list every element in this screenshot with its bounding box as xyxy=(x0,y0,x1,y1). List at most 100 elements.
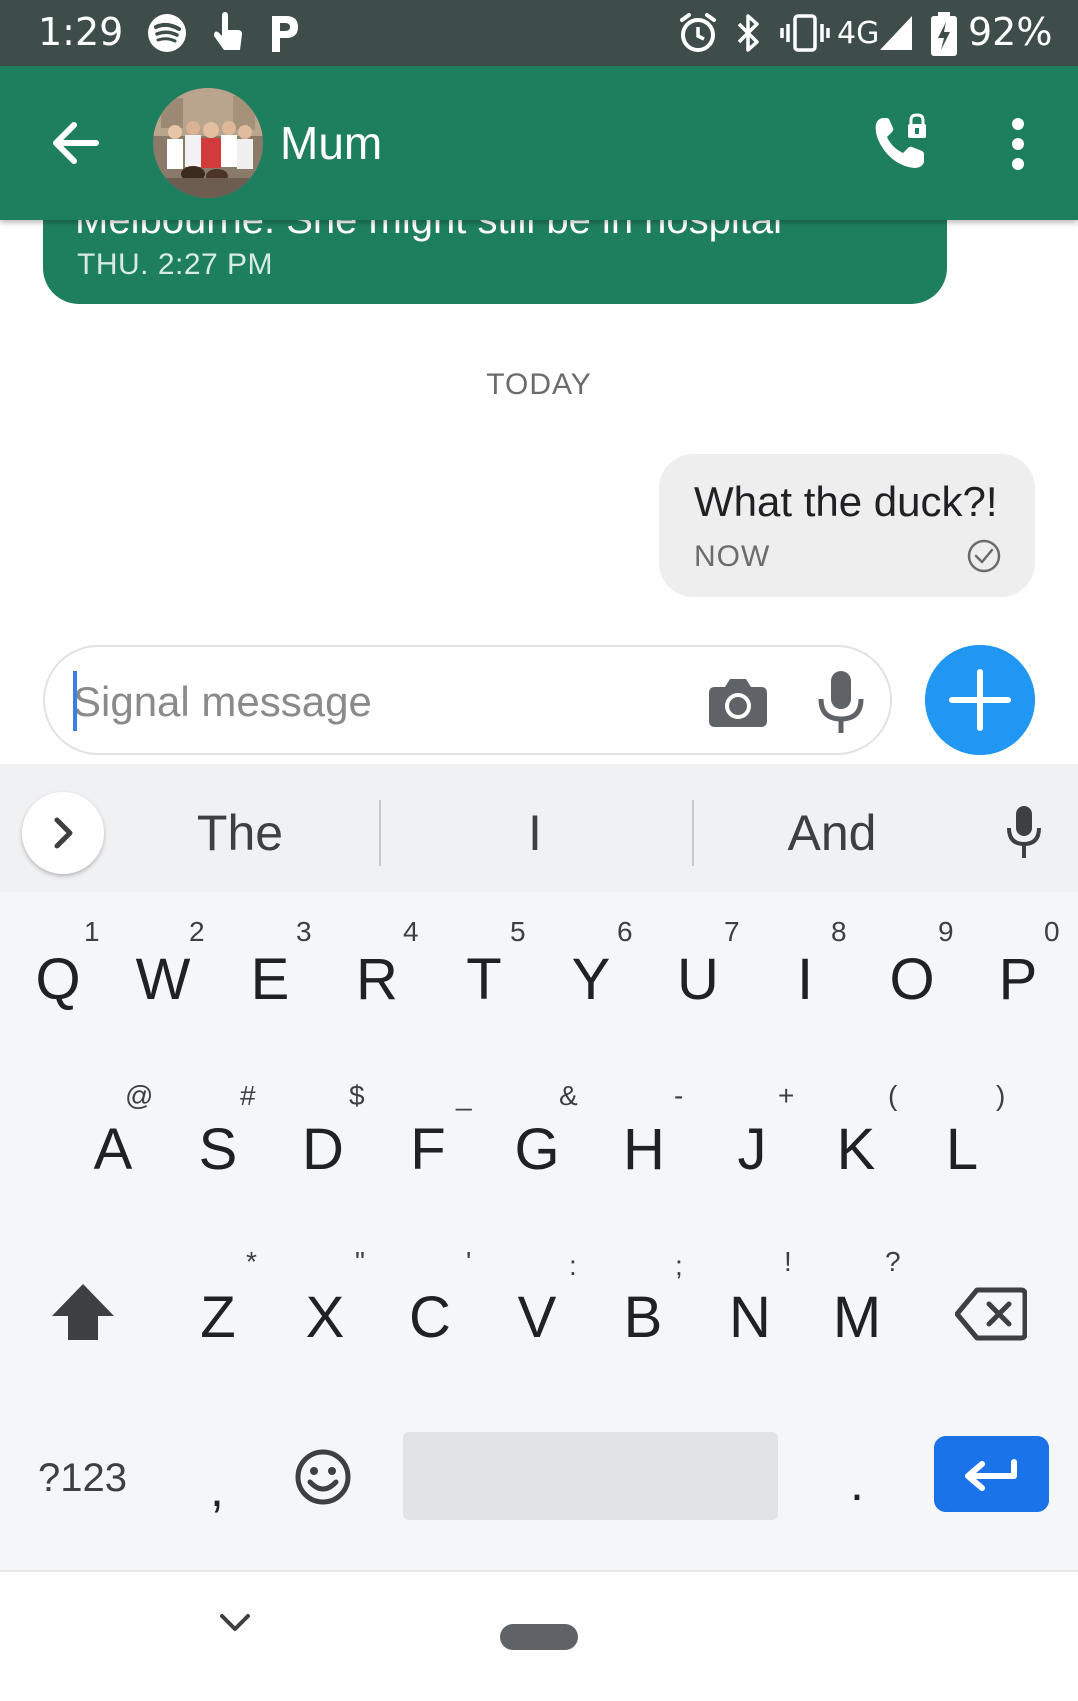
key-u[interactable]: 7U xyxy=(648,910,748,1050)
suggestion-3[interactable]: And xyxy=(712,804,952,862)
key-q[interactable]: 1Q xyxy=(8,910,108,1050)
shift-icon[interactable] xyxy=(48,1280,118,1344)
key-hint: ' xyxy=(466,1246,472,1277)
key-hint: ( xyxy=(888,1080,898,1111)
key-hint: 4 xyxy=(403,916,419,947)
camera-icon[interactable] xyxy=(707,671,769,733)
alarm-icon xyxy=(680,13,716,52)
key-hint: 3 xyxy=(296,916,312,947)
bluetooth-icon xyxy=(737,14,759,52)
key-hint: : xyxy=(569,1250,577,1281)
key-s[interactable]: # S xyxy=(168,1080,268,1220)
key-label: E xyxy=(250,947,290,1012)
microphone-icon[interactable] xyxy=(815,669,867,737)
message-input[interactable] xyxy=(73,675,693,729)
key-hint: 6 xyxy=(617,916,633,947)
comma-key[interactable]: , xyxy=(210,1460,224,1518)
key-label: C xyxy=(409,1285,451,1350)
key-e[interactable]: 3E xyxy=(220,910,320,1050)
emoji-icon[interactable] xyxy=(294,1448,352,1506)
space-key[interactable] xyxy=(403,1432,778,1520)
back-arrow-icon[interactable] xyxy=(44,110,110,176)
key-j[interactable]: + J xyxy=(702,1080,802,1220)
key-d[interactable]: $ D xyxy=(273,1080,373,1220)
key-a[interactable]: @ A xyxy=(63,1080,163,1220)
status-time: 1:29 xyxy=(38,10,124,54)
key-label: F xyxy=(410,1117,446,1182)
outgoing-message-timestamp: NOW xyxy=(694,540,771,573)
key-hint: @ xyxy=(125,1080,154,1111)
key-label: V xyxy=(517,1285,557,1350)
key-hint: 0 xyxy=(1044,916,1060,947)
period-key[interactable]: . xyxy=(850,1454,864,1512)
key-hint: _ xyxy=(456,1080,472,1111)
key-p[interactable]: 0P xyxy=(968,910,1068,1050)
outgoing-message-text: What the duck?! xyxy=(694,478,998,525)
key-label: S xyxy=(198,1117,238,1182)
key-h[interactable]: -H xyxy=(594,1080,694,1220)
suggestion-1[interactable]: The xyxy=(120,804,360,862)
key-hint: 2 xyxy=(189,916,205,947)
key-b[interactable]: ; B xyxy=(593,1246,693,1386)
key-r[interactable]: 4R xyxy=(327,910,427,1050)
voice-input-icon[interactable] xyxy=(1004,804,1044,860)
key-g[interactable]: & G xyxy=(487,1080,587,1220)
key-hint: ! xyxy=(784,1246,792,1277)
key-m[interactable]: ? M xyxy=(807,1246,907,1386)
key-t[interactable]: 5T xyxy=(434,910,534,1050)
key-f[interactable]: _ F xyxy=(378,1080,478,1220)
hide-keyboard-chevron-icon[interactable] xyxy=(218,1612,252,1634)
spotify-icon xyxy=(148,14,186,52)
contact-avatar[interactable] xyxy=(153,88,263,198)
key-hint: # xyxy=(240,1080,256,1111)
key-x[interactable]: " X xyxy=(275,1246,375,1386)
key-l[interactable]: ) L xyxy=(912,1080,1012,1220)
system-navigation-bar xyxy=(0,1570,1078,1701)
key-label: Y xyxy=(571,947,611,1012)
key-n[interactable]: ! N xyxy=(700,1246,800,1386)
status-bar: 1:29 4G 92% xyxy=(0,0,1078,66)
battery-level: 92% xyxy=(968,10,1053,54)
chevron-right-icon[interactable] xyxy=(22,792,104,874)
key-z[interactable]: * Z xyxy=(168,1246,268,1386)
incoming-message-timestamp: THU. 2:27 PM xyxy=(77,248,274,281)
suggestion-divider xyxy=(379,800,381,866)
parking-icon xyxy=(272,16,298,52)
key-hint: ; xyxy=(675,1250,683,1281)
attach-plus-button[interactable] xyxy=(925,645,1035,755)
key-hint: 8 xyxy=(831,916,847,947)
key-hint: 5 xyxy=(510,916,526,947)
outgoing-message-bubble[interactable]: What the duck?! NOW xyxy=(659,454,1035,597)
key-k[interactable]: (K xyxy=(806,1080,906,1220)
key-label: Z xyxy=(200,1285,236,1350)
key-v[interactable]: :V xyxy=(487,1246,587,1386)
key-w[interactable]: 2W xyxy=(113,910,213,1050)
key-hint: * xyxy=(246,1246,257,1277)
text-cursor xyxy=(73,671,77,731)
key-i[interactable]: 8I xyxy=(755,910,855,1050)
contact-name[interactable]: Mum xyxy=(280,116,382,170)
key-hint: 7 xyxy=(724,916,740,947)
key-y[interactable]: 6Y xyxy=(541,910,641,1050)
key-hint: " xyxy=(355,1246,365,1277)
key-hint: 9 xyxy=(938,916,954,947)
suggestion-divider xyxy=(692,800,694,866)
symbols-key[interactable]: ?123 xyxy=(38,1456,127,1501)
backspace-icon[interactable] xyxy=(955,1286,1027,1342)
home-pill[interactable] xyxy=(500,1624,578,1650)
touch-gesture-icon xyxy=(214,12,242,50)
key-hint: - xyxy=(674,1080,684,1111)
key-label: T xyxy=(466,947,502,1012)
key-label: L xyxy=(945,1117,979,1182)
suggestion-2[interactable]: I xyxy=(415,804,655,862)
more-vert-icon[interactable] xyxy=(1000,116,1036,172)
secure-call-icon[interactable] xyxy=(870,112,932,174)
enter-key-icon[interactable] xyxy=(934,1436,1049,1512)
key-hint: ) xyxy=(996,1080,1006,1111)
key-label: M xyxy=(832,1285,882,1350)
key-label: P xyxy=(998,947,1038,1012)
key-label: Q xyxy=(35,947,81,1012)
key-o[interactable]: 9O xyxy=(862,910,962,1050)
key-label: R xyxy=(356,947,398,1012)
key-c[interactable]: ' C xyxy=(380,1246,480,1386)
